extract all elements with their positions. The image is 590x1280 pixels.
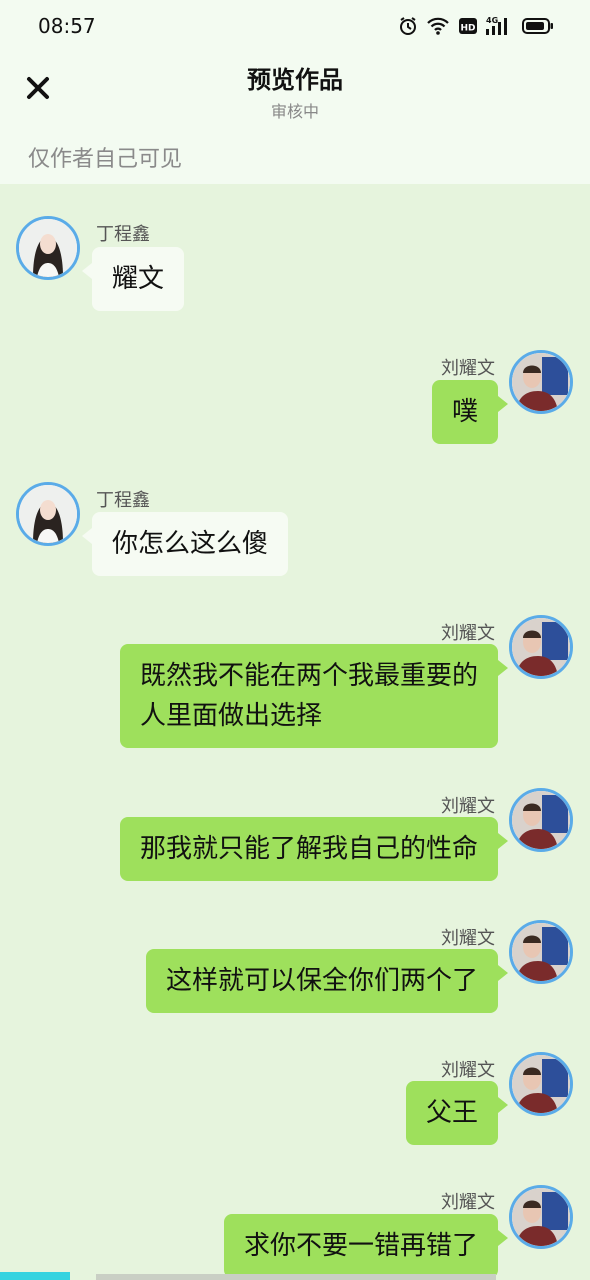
sender-name: 刘耀文 (441, 623, 495, 644)
message-bubble[interactable]: 你怎么这么傻 (81, 512, 289, 576)
message-line: 这样就可以保全你们两个了 (165, 966, 478, 996)
message-line: 求你不要一错再错了 (243, 1231, 478, 1261)
battery-icon (522, 17, 554, 35)
svg-text:4G: 4G (486, 16, 498, 25)
message-line: 那我就只能了解我自己的性命 (139, 834, 478, 864)
wifi-icon (426, 16, 450, 36)
message-line: 耀文 (112, 264, 165, 294)
message-line: 噗 (451, 397, 478, 427)
message-bubble[interactable]: 这样就可以保全你们两个了 (145, 949, 509, 1013)
avatar-liu-yaowen[interactable] (509, 615, 573, 679)
avatar-liu-yaowen[interactable] (509, 350, 573, 414)
4g-signal-icon: 4G (486, 15, 514, 37)
hd-icon: HD (458, 16, 478, 36)
message-bubble[interactable]: 那我就只能了解我自己的性命 (119, 817, 509, 881)
message-line: 既然我不能在两个我最重要的 (139, 661, 478, 691)
bottom-progress-bar (0, 1272, 590, 1280)
progress-segment-active (0, 1272, 70, 1280)
sender-name: 丁程鑫 (96, 224, 150, 245)
message-bubble[interactable]: 求你不要一错再错了 (223, 1214, 509, 1278)
svg-text:HD: HD (460, 24, 475, 34)
sender-name: 刘耀文 (441, 796, 495, 817)
sender-name: 刘耀文 (441, 1192, 495, 1213)
review-status: 审核中 (270, 102, 319, 121)
status-time: 08:57 (38, 14, 96, 38)
message-bubble[interactable]: 耀文 (81, 247, 185, 311)
avatar-ding-chengxin[interactable] (16, 482, 80, 546)
message-line: 父王 (425, 1098, 478, 1128)
message-line: 你怎么这么傻 (112, 529, 269, 559)
avatar-liu-yaowen[interactable] (509, 920, 573, 984)
sender-name: 刘耀文 (441, 928, 495, 949)
header-area: 08:57 HD 4G 预览作品 审核中 仅作者自己可见 (0, 0, 590, 184)
message-bubble[interactable]: 父王 (405, 1081, 509, 1145)
page-title: 预览作品 (247, 66, 343, 94)
avatar-liu-yaowen[interactable] (509, 1185, 573, 1249)
status-bar: 08:57 HD 4G (0, 0, 590, 52)
status-icons: HD 4G (398, 14, 554, 38)
avatar-ding-chengxin[interactable] (16, 216, 80, 280)
sender-name: 刘耀文 (441, 358, 495, 379)
avatar-liu-yaowen[interactable] (509, 1052, 573, 1116)
sender-name: 丁程鑫 (96, 490, 150, 511)
alarm-icon (398, 16, 418, 36)
progress-segment-track (96, 1274, 496, 1280)
message-bubble[interactable]: 噗 (431, 380, 509, 444)
avatar-liu-yaowen[interactable] (509, 788, 573, 852)
sender-name: 刘耀文 (441, 1060, 495, 1081)
visibility-note: 仅作者自己可见 (28, 147, 183, 172)
message-line: 人里面做出选择 (139, 701, 322, 731)
message-bubble[interactable]: 既然我不能在两个我最重要的 人里面做出选择 (119, 644, 509, 748)
